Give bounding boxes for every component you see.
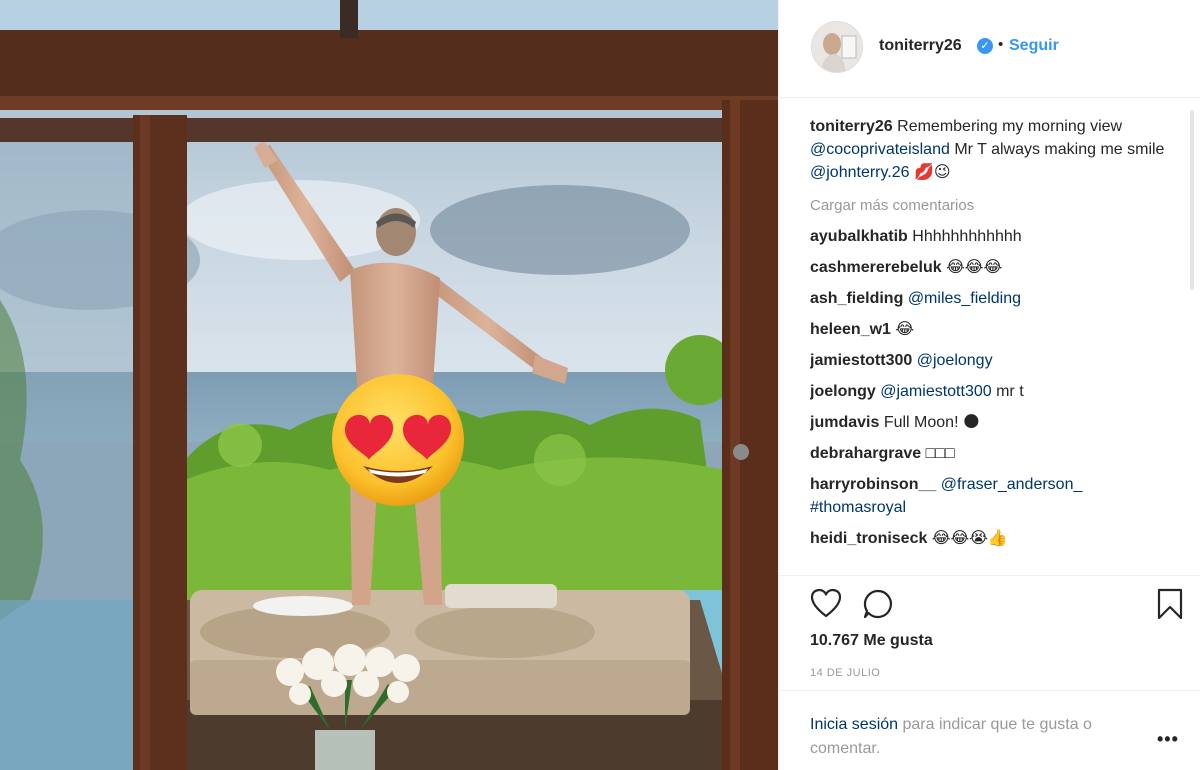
comment-username[interactable]: cashmererebeluk [810, 259, 942, 276]
post-side-panel: toniterry26 ✓ • Seguir toniterry26 Remem… [778, 0, 1200, 770]
comment-row: debrahargrave □□□ [810, 442, 1170, 465]
caption-username[interactable]: toniterry26 [810, 118, 893, 135]
login-prompt-text: Inicia sesión para indicar que te gusta … [810, 713, 1150, 761]
comments-scrollbar[interactable] [1190, 110, 1194, 290]
instagram-post-view: toniterry26 ✓ • Seguir toniterry26 Remem… [0, 0, 1200, 770]
comment-row: heleen_w1 😂 [810, 318, 1170, 341]
post-username[interactable]: toniterry26 [879, 37, 962, 55]
post-date: 14 DE JULIO [810, 667, 881, 679]
post-actions: 10.767 Me gusta 14 DE JULIO [779, 575, 1200, 695]
comment-username[interactable]: jumdavis [810, 414, 879, 431]
login-prompt: Inicia sesión para indicar que te gusta … [779, 690, 1200, 770]
comment-text: □□□ [925, 445, 955, 462]
comment-mention[interactable]: @jamiestott300 [880, 383, 991, 400]
comment-text: mr t [996, 383, 1024, 400]
comment-username[interactable]: ash_fielding [810, 290, 903, 307]
comment-row: joelongy @jamiestott300 mr t [810, 380, 1170, 403]
comment-row: heidi_troniseck 😂😂😭👍 [810, 527, 1170, 550]
load-more-comments-button[interactable]: Cargar más comentarios [810, 194, 1170, 217]
comment-row: jamiestott300 @joelongy [810, 349, 1170, 372]
avatar[interactable] [811, 21, 863, 73]
post-header: toniterry26 ✓ • Seguir [779, 0, 1200, 98]
comment-text: Hhhhhhhhhhhh [912, 228, 1022, 245]
comment-username[interactable]: joelongy [810, 383, 876, 400]
comment-text: 😂😂😂 [946, 259, 1003, 276]
comments-list: toniterry26 Remembering my morning view … [810, 115, 1170, 570]
avatar-image [812, 22, 862, 72]
verified-badge-icon: ✓ [977, 38, 993, 54]
caption-mention-1[interactable]: @cocoprivateisland [810, 141, 950, 158]
comment-mention[interactable]: @miles_fielding [908, 290, 1021, 307]
comment-username[interactable]: heidi_troniseck [810, 530, 927, 547]
comment-row: jumdavis Full Moon! 🌑 [810, 411, 1170, 434]
comment-mention[interactable]: @joelongy [917, 352, 993, 369]
more-options-icon[interactable]: ••• [1157, 729, 1179, 750]
heart-icon[interactable] [810, 588, 842, 623]
comment-username[interactable]: ayubalkhatib [810, 228, 908, 245]
separator-dot: • [998, 36, 1004, 53]
follow-button[interactable]: Seguir [1009, 37, 1059, 55]
comment-username[interactable]: debrahargrave [810, 445, 921, 462]
comment-username[interactable]: harryrobinson__ [810, 476, 936, 493]
comment-text: 😂😂😭👍 [931, 530, 1008, 547]
post-caption: toniterry26 Remembering my morning view … [810, 115, 1170, 184]
likes-count[interactable]: 10.767 Me gusta [810, 632, 933, 650]
comment-row: ayubalkhatib Hhhhhhhhhhhh [810, 225, 1170, 248]
caption-emojis: 💋😉 [909, 164, 951, 181]
caption-text-2: Mr T always making me smile [949, 141, 1165, 158]
comment-text: Full Moon! 🌑 [883, 414, 980, 431]
comment-icon[interactable] [862, 588, 894, 625]
comment-text: 😂 [895, 321, 915, 338]
login-link[interactable]: Inicia sesión [810, 716, 898, 733]
comment-username[interactable]: heleen_w1 [810, 321, 891, 338]
comment-username[interactable]: jamiestott300 [810, 352, 912, 369]
bookmark-icon[interactable] [1157, 588, 1183, 625]
heart-eyes-emoji [332, 374, 464, 506]
comment-row: cashmererebeluk 😂😂😂 [810, 256, 1170, 279]
caption-text-1: Remembering my morning view [892, 118, 1123, 135]
caption-mention-2[interactable]: @johnterry.26 [810, 164, 910, 181]
post-photo[interactable] [0, 0, 778, 770]
comment-row: harryrobinson__ @fraser_anderson_ #thoma… [810, 473, 1170, 519]
beach-villa-photo [0, 0, 778, 770]
comment-row: ash_fielding @miles_fielding [810, 287, 1170, 310]
